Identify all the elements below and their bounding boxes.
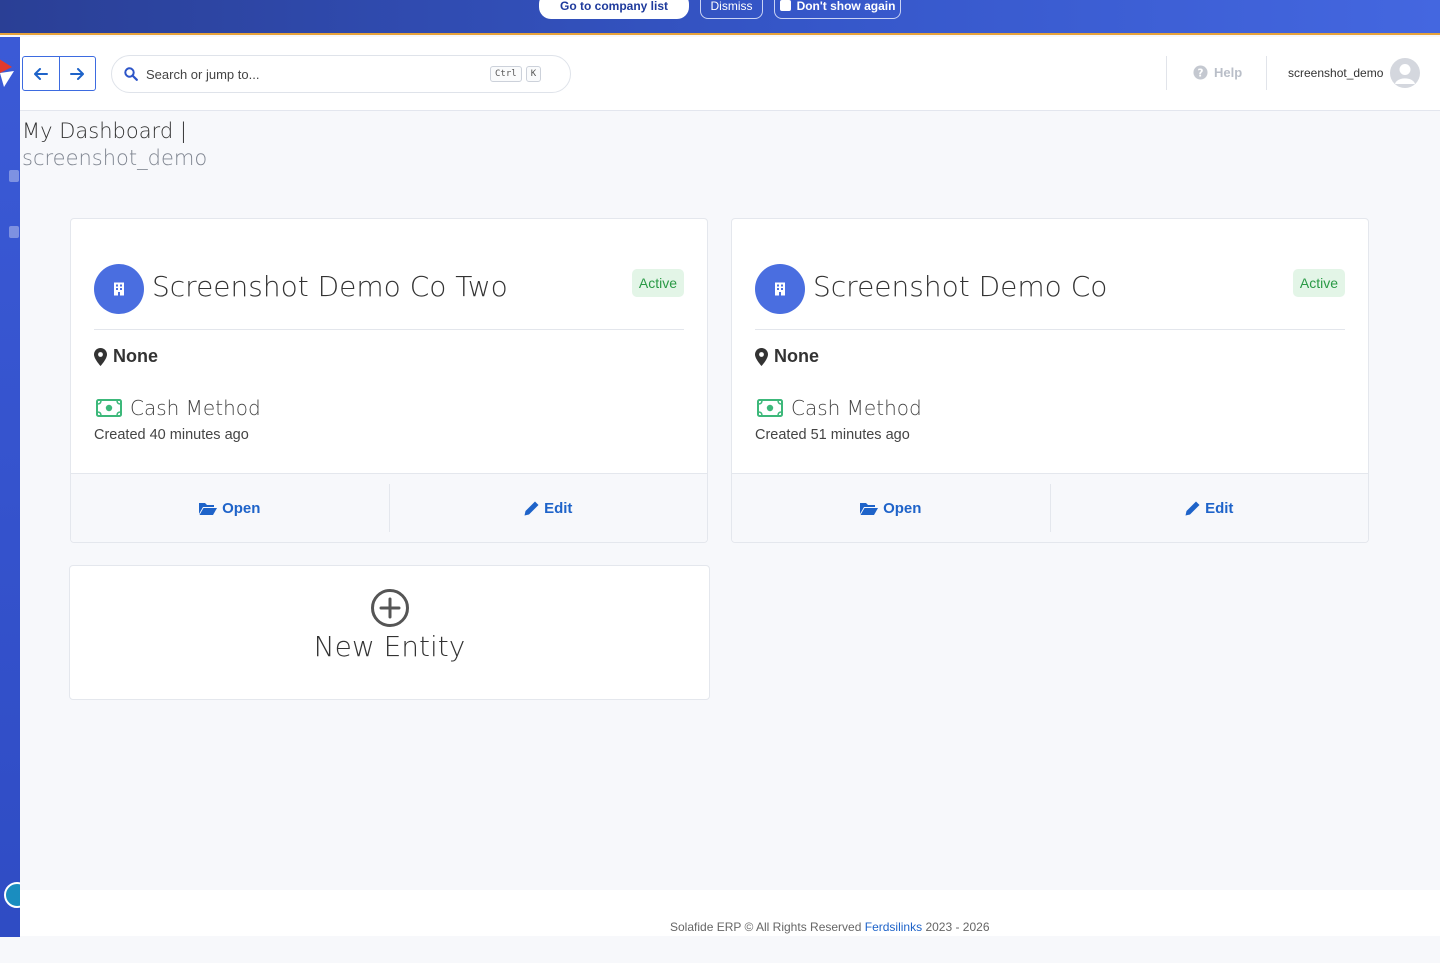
search-input[interactable] [146, 66, 486, 82]
edit-label: Edit [544, 499, 573, 517]
entity-name[interactable]: Screenshot Demo Co [813, 270, 1107, 303]
dont-show-again-button[interactable]: Don't show again [774, 0, 901, 19]
username: screenshot_demo [1288, 66, 1384, 80]
sidebar-nav-icon[interactable] [9, 226, 19, 238]
go-to-company-list-button[interactable]: Go to company list [539, 0, 689, 19]
header-divider [1166, 56, 1167, 90]
money-bill-icon [96, 399, 122, 417]
plus-circle-icon [370, 589, 409, 627]
user-avatar-icon [1395, 64, 1416, 84]
sidebar-nav-icon[interactable] [9, 170, 19, 182]
header-divider [1266, 56, 1267, 90]
created-time: Created 51 minutes ago [755, 427, 910, 443]
dont-show-again-label: Don't show again [796, 0, 896, 13]
open-button[interactable]: Open [732, 474, 1050, 542]
app-logo-icon[interactable] [0, 55, 18, 89]
entity-card-actions: Open Edit [732, 473, 1368, 542]
question-circle-icon: ? [1193, 65, 1208, 80]
money-bill-icon [757, 399, 783, 417]
avatar[interactable] [1390, 58, 1421, 88]
footer-years: 2023 - 2026 [925, 920, 990, 934]
svg-text:?: ? [1198, 67, 1204, 79]
map-marker-icon [755, 347, 768, 366]
search-box[interactable]: Ctrl K [111, 55, 571, 93]
arrow-right-icon [70, 67, 85, 80]
notice-banner: Go to company list Dismiss Don't show ag… [0, 0, 1440, 35]
shortcut-key-ctrl: Ctrl [490, 66, 522, 82]
entity-card-actions: Open Edit [71, 473, 707, 542]
footer-text-prefix: Solafide ERP © All Rights Reserved [670, 920, 862, 934]
pencil-icon [1185, 501, 1200, 515]
entity-card-header: Screenshot Demo Co Two Active [94, 264, 684, 330]
method-label: Cash Method [130, 396, 261, 420]
pencil-icon [524, 501, 539, 515]
created-time: Created 40 minutes ago [94, 427, 249, 443]
open-label: Open [883, 499, 922, 517]
accounting-method: Cash Method [757, 396, 922, 420]
open-label: Open [222, 499, 261, 517]
entity-card-header: Screenshot Demo Co Active [755, 264, 1345, 330]
page-title: My Dashboard | screenshot_demo [22, 118, 207, 172]
building-icon [755, 264, 805, 314]
arrow-left-icon [33, 67, 48, 80]
footer: Solafide ERP © All Rights Reserved Ferds… [20, 890, 1440, 936]
edit-button[interactable]: Edit [390, 474, 708, 542]
user-menu[interactable]: screenshot_demo [1288, 58, 1421, 88]
shortcut-key-k: K [525, 66, 542, 82]
sidebar-tools-icon[interactable] [4, 882, 20, 908]
back-button[interactable] [23, 57, 59, 90]
location-label: None [113, 346, 158, 366]
page-title-main: My Dashboard | [22, 119, 187, 143]
sidebar [0, 37, 20, 937]
footer-link[interactable]: Ferdsilinks [865, 920, 922, 934]
page-title-user: screenshot_demo [22, 146, 208, 170]
edit-button[interactable]: Edit [1051, 474, 1369, 542]
status-badge: Active [631, 269, 684, 297]
folder-open-icon [860, 502, 879, 515]
accounting-method: Cash Method [96, 396, 261, 420]
building-icon [94, 264, 144, 314]
edit-label: Edit [1205, 499, 1234, 517]
search-icon [124, 67, 138, 81]
entity-name[interactable]: Screenshot Demo Co Two [152, 270, 508, 303]
forward-button[interactable] [58, 57, 95, 90]
dismiss-button[interactable]: Dismiss [700, 0, 763, 19]
map-marker-icon [94, 347, 107, 366]
entity-location: None [94, 346, 158, 367]
history-nav [22, 56, 96, 91]
checkbox-icon[interactable] [779, 0, 791, 11]
open-button[interactable]: Open [71, 474, 389, 542]
status-badge: Active [1292, 269, 1345, 297]
method-label: Cash Method [791, 396, 922, 420]
help-button[interactable]: ? Help [1193, 65, 1242, 80]
entity-card: Screenshot Demo Co Active None Cash Meth… [731, 218, 1369, 543]
new-entity-label: New Entity [313, 630, 466, 663]
new-entity-card[interactable]: New Entity [69, 565, 710, 700]
top-header: Ctrl K ? Help screenshot_demo [20, 37, 1440, 111]
footer-copyright: Solafide ERP © All Rights Reserved Ferds… [670, 920, 990, 934]
entity-location: None [755, 346, 819, 367]
location-label: None [774, 346, 819, 366]
entity-card: Screenshot Demo Co Two Active None Cash … [70, 218, 708, 543]
folder-open-icon [199, 502, 218, 515]
help-label: Help [1214, 65, 1243, 80]
